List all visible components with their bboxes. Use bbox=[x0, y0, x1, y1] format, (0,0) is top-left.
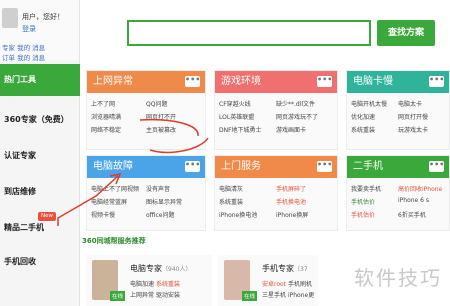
link[interactable]: 电脑太卡 bbox=[398, 99, 445, 108]
nav-certified-expert[interactable]: 认证专家 bbox=[0, 150, 80, 161]
panel-slow-pc: 电脑卡慢 ••• 电脑开机太慢 电脑太卡 优化加速 网页打开慢 系统重装 玩游戏太卡 bbox=[346, 70, 450, 150]
online-badge: 在线 bbox=[242, 291, 258, 301]
link[interactable]: iPhone 6 s bbox=[398, 197, 445, 206]
panel-pc-fault: 电脑故障 ••• 电脑上不了网视频 没有声音 电脑经常蓝屏 图标显示异常 视频卡慢 of… bbox=[86, 155, 206, 231]
link[interactable]: 没有声音 bbox=[146, 184, 201, 193]
panel-header[interactable]: 游戏环境 ••• bbox=[215, 71, 337, 93]
link[interactable]: 6折买手机 bbox=[398, 210, 445, 219]
link[interactable]: 网络不稳定 bbox=[91, 125, 146, 134]
link[interactable]: 主页被篡改 bbox=[146, 125, 201, 134]
services-title: 360同城帮服务推荐 bbox=[82, 237, 146, 245]
more-icon[interactable]: ••• bbox=[185, 161, 200, 172]
link[interactable]: 我要卖手机 bbox=[351, 184, 398, 193]
link[interactable]: 系统重装 bbox=[351, 125, 398, 134]
link[interactable]: 电脑清灰 bbox=[219, 184, 276, 193]
link[interactable]: 手机换电池 bbox=[276, 197, 333, 206]
more-icon[interactable]: ••• bbox=[429, 76, 444, 87]
expert-card-phone[interactable]: 在线 手机专家（37 安卓root 手机刷机 三星手机 iPhone更 bbox=[218, 255, 318, 306]
nav-phone-recycle[interactable]: 手机回收 bbox=[0, 256, 80, 267]
skill-row: 上网异常 驱动安装 bbox=[130, 292, 180, 299]
online-badge: 在线 bbox=[110, 291, 126, 301]
panel-network: 上网异常 ••• 上不了网 QQ问题 浏览器晴满 网页打不开 网络不稳定 主页被篡改 bbox=[86, 70, 206, 150]
link[interactable]: 手机估价 bbox=[351, 197, 398, 206]
user-box: 用户，您好！ 登录 专家 我的 消息 订单 我的 消息 bbox=[0, 0, 79, 62]
link[interactable]: office问题 bbox=[146, 210, 201, 219]
more-icon[interactable]: ••• bbox=[185, 76, 200, 87]
new-badge: New bbox=[38, 212, 56, 221]
panel-title: 上网异常 bbox=[93, 76, 133, 87]
user-links-row-1[interactable]: 专家 我的 消息 bbox=[2, 42, 45, 52]
nav-360-expert[interactable]: 360专家（免费） bbox=[0, 114, 80, 125]
panel-header[interactable]: 电脑卡慢 ••• bbox=[347, 71, 449, 93]
expert-name: 电脑专家（940人） bbox=[130, 264, 192, 273]
link[interactable]: 图标显示异常 bbox=[146, 197, 201, 206]
nav-store-repair[interactable]: 到店维修 bbox=[0, 186, 80, 197]
more-icon[interactable]: ••• bbox=[317, 161, 332, 172]
link[interactable]: iPhone换屏 bbox=[276, 210, 333, 219]
skill-row: 三星手机 iPhone更 bbox=[262, 292, 315, 299]
watermark-text: 软件技巧 bbox=[354, 266, 442, 290]
expert-name: 手机专家（37 bbox=[262, 264, 308, 273]
panel-title: 游戏环境 bbox=[221, 76, 261, 87]
link[interactable]: iPhone换电池 bbox=[219, 210, 276, 219]
link[interactable]: DNF地下城勇士 bbox=[219, 125, 276, 134]
link[interactable]: LOL英雄联盟 bbox=[219, 112, 276, 121]
panel-title: 电脑卡慢 bbox=[353, 76, 393, 87]
panel-title: 二手机 bbox=[353, 161, 383, 172]
panel-header[interactable]: 电脑故障 ••• bbox=[87, 156, 205, 178]
panel-header[interactable]: 二手机 ••• bbox=[347, 156, 449, 178]
search-button[interactable]: 查找方案 bbox=[377, 20, 435, 46]
panel-header[interactable]: 上门服务 ••• bbox=[215, 156, 337, 178]
link[interactable]: 游戏画面卡 bbox=[276, 125, 333, 134]
panel-used-phone: 二手机 ••• 我要卖手机 高价回收iPhone 手机估价 iPhone 6 s 手机… bbox=[346, 155, 450, 231]
link[interactable]: 浏览器晴满 bbox=[91, 112, 146, 121]
services-header: 360同城帮服务推荐 bbox=[82, 236, 312, 247]
link[interactable]: 上不了网 bbox=[91, 99, 146, 108]
link[interactable]: 网页游戏玩不了 bbox=[276, 112, 333, 121]
nav-used-phones[interactable]: 精品二手机 bbox=[0, 222, 80, 233]
skill-row: 安卓root 手机刷机 bbox=[262, 281, 312, 288]
user-links-row-2[interactable]: 订单 我的 消息 bbox=[2, 52, 45, 62]
left-sidebar: 用户，您好！ 登录 专家 我的 消息 订单 我的 消息 热门工具 360专家（免… bbox=[0, 0, 80, 306]
link[interactable]: 系统重装 bbox=[219, 197, 276, 206]
link[interactable]: 网页打开慢 bbox=[398, 112, 445, 121]
panel-onsite: 上门服务 ••• 电脑清灰 手机屏碎了 系统重装 手机换电池 iPhone换电池 iPh… bbox=[214, 155, 338, 231]
link[interactable]: QQ问题 bbox=[146, 99, 201, 108]
link[interactable]: 电脑开机太慢 bbox=[351, 99, 398, 108]
skill-row: 电脑加速 系统重装 bbox=[130, 281, 180, 288]
nav-hot-tools[interactable]: 热门工具 bbox=[0, 64, 80, 96]
link[interactable]: 玩游戏太卡 bbox=[398, 125, 445, 134]
expert-card-pc[interactable]: 在线 电脑专家（940人） 电脑加速 系统重装 上网异常 驱动安装 bbox=[86, 255, 212, 306]
link[interactable]: 视频卡慢 bbox=[91, 210, 146, 219]
link[interactable]: 网页打不开 bbox=[146, 112, 201, 121]
link[interactable]: 高价回收iPhone bbox=[398, 184, 445, 193]
link[interactable]: 手机屏碎了 bbox=[276, 184, 333, 193]
link[interactable]: 优化加速 bbox=[351, 112, 398, 121]
panel-game: 游戏环境 ••• CF穿越火线 缺少**.dll文件 LOL英雄联盟 网页游戏玩不了 … bbox=[214, 70, 338, 150]
greeting-text: 用户，您好！ bbox=[22, 13, 64, 21]
search-input[interactable] bbox=[127, 20, 371, 46]
more-icon[interactable]: ••• bbox=[429, 161, 444, 172]
login-link[interactable]: 登录 bbox=[22, 24, 36, 34]
avatar[interactable] bbox=[2, 8, 18, 28]
link[interactable]: 手机估价 bbox=[351, 210, 398, 219]
link[interactable]: 缺少**.dll文件 bbox=[276, 99, 333, 108]
more-icon[interactable]: ••• bbox=[317, 76, 332, 87]
panel-title: 电脑故障 bbox=[93, 161, 133, 172]
panel-title: 上门服务 bbox=[221, 161, 261, 172]
link[interactable]: CF穿越火线 bbox=[219, 99, 276, 108]
link[interactable]: 电脑经常蓝屏 bbox=[91, 197, 146, 206]
panel-header[interactable]: 上网异常 ••• bbox=[87, 71, 205, 93]
link[interactable]: 电脑上不了网视频 bbox=[91, 184, 146, 193]
